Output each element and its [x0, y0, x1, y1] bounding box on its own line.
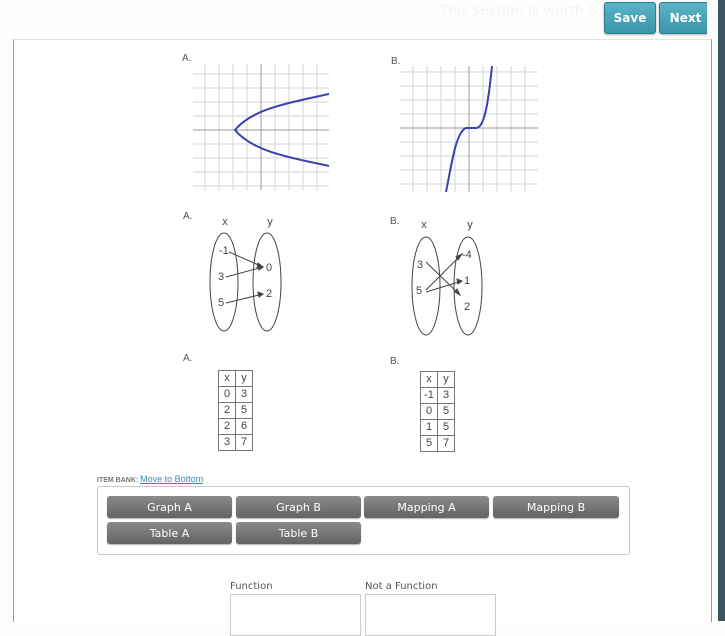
table-b-cell: -1	[420, 387, 438, 404]
save-button[interactable]: Save	[604, 2, 656, 34]
mapping-a-domain-value: -1	[219, 245, 229, 257]
table-b-row: 57	[420, 435, 455, 452]
table-b-header: x	[420, 371, 438, 388]
item-bank: Graph A Graph B Mapping A Mapping B Tabl…	[97, 486, 630, 555]
mapping-b-domain-value: 5	[416, 285, 422, 297]
mapping-a-range-value: 0	[266, 262, 272, 274]
mapping-a-range-value: 2	[266, 288, 272, 300]
table-a-header: y	[235, 370, 253, 387]
table-b: x y -1 3 05 15 57	[420, 371, 455, 452]
mapping-a-domain-value: 5	[218, 297, 224, 309]
table-b-row: -1 3	[420, 387, 455, 404]
function-drop-zone[interactable]	[230, 594, 361, 636]
mapping-b-arrow	[425, 253, 463, 291]
mapping-a-domain-value: 3	[218, 271, 224, 283]
table-b-cell: 1	[420, 419, 438, 436]
table-a-row: 25	[218, 402, 253, 419]
mapping-b-x-header: x	[421, 219, 427, 231]
top-bar: This section is worth 6 po Save Next	[0, 0, 725, 38]
table-b-cell: 0	[420, 403, 438, 420]
table-a-cell: 5	[235, 402, 253, 419]
item-graph-b[interactable]: Graph B	[236, 496, 361, 518]
table-a-row: 03	[218, 386, 253, 403]
table-a-row: 26	[218, 418, 253, 435]
table-a-cell: 3	[218, 434, 236, 451]
table-b-header: y	[437, 371, 455, 388]
table-b-header-row: x y	[420, 371, 455, 388]
not-function-zone-label: Not a Function	[365, 581, 438, 592]
table-b-cell: 5	[437, 403, 455, 420]
item-mapping-b[interactable]: Mapping B	[493, 496, 619, 518]
mapping-b: x y 3 5 -4 1 2	[411, 219, 483, 336]
table-a-header-row: x y	[218, 370, 253, 387]
graph-a	[193, 64, 329, 190]
item-graph-a[interactable]: Graph A	[107, 496, 232, 518]
graph-a-label: A.	[182, 53, 192, 64]
table-a: x y 03 25 26 37	[218, 370, 253, 451]
table-b-cell: 7	[437, 435, 455, 452]
mapping-a-arrow	[225, 293, 264, 304]
mapping-b-range-value: -4	[462, 249, 472, 261]
move-to-bottom-link[interactable]: Move to Bottom	[140, 474, 203, 484]
mapping-b-y-header: y	[467, 219, 473, 231]
table-a-label: A.	[183, 353, 193, 364]
table-b-row: 15	[420, 419, 455, 436]
mapping-b-domain-value: 3	[417, 259, 423, 271]
graph-b	[400, 66, 538, 192]
table-a-cell: 3	[235, 386, 253, 403]
table-a-cell: 7	[235, 434, 253, 451]
item-mapping-a[interactable]: Mapping A	[364, 496, 489, 518]
mapping-a: x y -1 3 5 0 2	[209, 216, 282, 332]
mapping-b-range-value: 2	[464, 301, 470, 313]
next-button[interactable]: Next	[659, 2, 712, 34]
mapping-a-arrow	[225, 266, 264, 278]
table-b-cell: 5	[420, 435, 438, 452]
not-function-drop-zone[interactable]	[365, 594, 496, 636]
table-b-row: 05	[420, 403, 455, 420]
function-zone-label: Function	[230, 581, 273, 592]
table-a-header: x	[218, 370, 236, 387]
mapping-b-label: B.	[390, 216, 400, 227]
table-b-cell: 3	[437, 387, 455, 404]
table-a-cell: 2	[218, 402, 236, 419]
mapping-a-label: A.	[183, 211, 193, 222]
mapping-b-range-value: 1	[464, 275, 470, 287]
mapping-a-y-header: y	[267, 216, 273, 228]
item-table-b[interactable]: Table B	[236, 522, 361, 544]
item-table-a[interactable]: Table A	[107, 522, 232, 544]
table-b-label: B.	[390, 356, 400, 367]
table-b-cell: 5	[437, 419, 455, 436]
item-bank-title: ITEM BANK:	[97, 477, 139, 484]
window-edge	[718, 0, 725, 621]
mapping-a-range-oval	[252, 232, 282, 332]
mapping-a-x-header: x	[222, 216, 228, 228]
table-a-cell: 0	[218, 386, 236, 403]
table-a-cell: 6	[235, 418, 253, 435]
item-bank-label: ITEM BANK: Move to Bottom	[97, 474, 203, 484]
table-a-row: 37	[218, 434, 253, 451]
table-a-cell: 2	[218, 418, 236, 435]
points-note: This section is worth 6 po	[440, 3, 619, 19]
